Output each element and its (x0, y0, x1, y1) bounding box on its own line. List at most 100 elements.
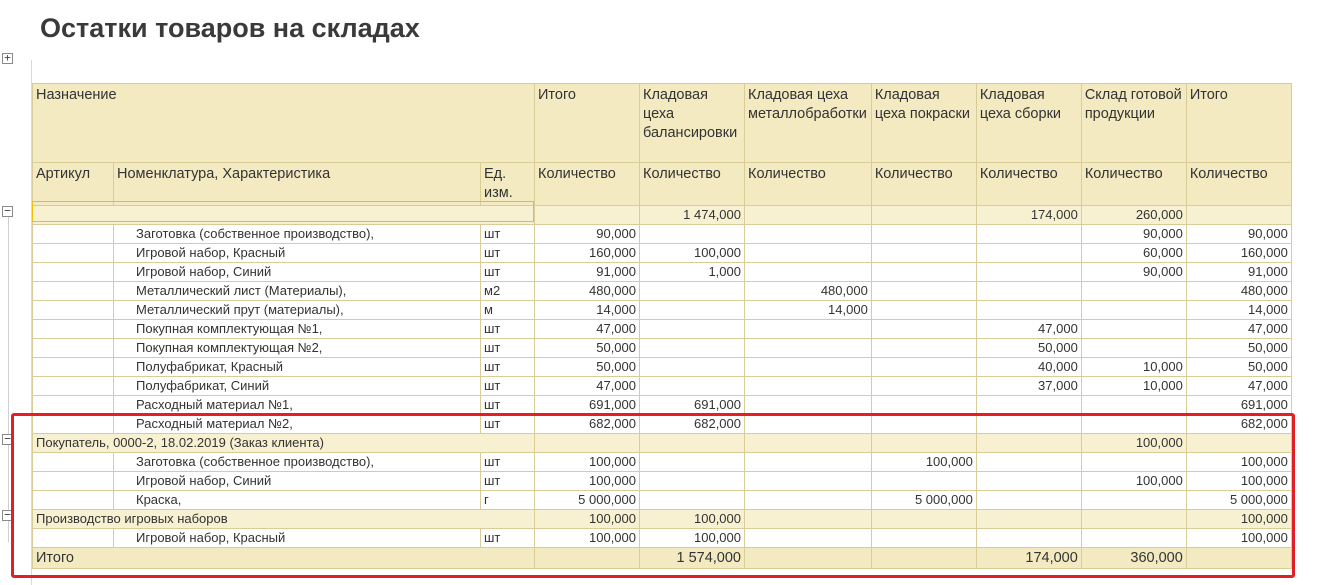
quantity-cell[interactable] (975, 414, 1082, 434)
item-cell[interactable]: Краска, (113, 490, 481, 510)
quantity-cell[interactable]: 14,000 (744, 300, 872, 320)
quantity-cell[interactable] (744, 528, 872, 548)
quantity-cell[interactable] (1080, 281, 1187, 301)
quantity-cell[interactable]: 174,000 (975, 205, 1082, 225)
quantity-cell[interactable] (534, 205, 640, 225)
item-cell[interactable]: Покупная комплектующая №2, (113, 338, 481, 358)
table-row[interactable]: Краска, г 5 000,000 5 000,000 5 000,000 (32, 490, 1292, 510)
quantity-cell[interactable] (744, 414, 872, 434)
quantity-cell[interactable] (870, 509, 977, 529)
table-row[interactable]: Расходный материал №2, шт 682,000 682,000 68… (32, 414, 1292, 434)
quantity-cell[interactable]: 10,000 (1080, 357, 1187, 377)
quantity-cell[interactable] (870, 338, 977, 358)
quantity-cell[interactable] (870, 224, 977, 244)
unit-cell[interactable]: шт (480, 243, 535, 263)
quantity-cell[interactable] (870, 243, 977, 263)
quantity-cell[interactable] (975, 433, 1082, 453)
quantity-cell[interactable] (1080, 414, 1187, 434)
quantity-cell[interactable] (1080, 395, 1187, 415)
quantity-cell[interactable]: 682,000 (534, 414, 640, 434)
group-label[interactable]: Покупатель, 0000-2, 18.02.2019 (Заказ кл… (32, 433, 535, 453)
quantity-cell[interactable]: 47,000 (1185, 319, 1292, 339)
item-cell[interactable]: Металлический прут (материалы), (113, 300, 481, 320)
quantity-cell[interactable] (639, 376, 745, 396)
table-row[interactable]: Полуфабрикат, Синий шт 47,000 37,000 10,000 4… (32, 376, 1292, 396)
quantity-cell[interactable] (870, 395, 977, 415)
quantity-cell[interactable] (1080, 338, 1187, 358)
quantity-cell[interactable]: 50,000 (975, 338, 1082, 358)
unit-cell[interactable]: шт (480, 357, 535, 377)
unit-cell[interactable]: шт (480, 528, 535, 548)
item-cell[interactable]: Игровой набор, Красный (113, 528, 481, 548)
table-row[interactable]: Заготовка (собственное производство), шт 9… (32, 224, 1292, 244)
quantity-cell[interactable]: 160,000 (1185, 243, 1292, 263)
quantity-cell[interactable] (975, 281, 1082, 301)
article-cell[interactable] (32, 395, 114, 415)
quantity-cell[interactable]: 14,000 (534, 300, 640, 320)
article-cell[interactable] (32, 262, 114, 282)
quantity-cell[interactable] (870, 471, 977, 491)
collapse-group-button[interactable]: − (2, 433, 13, 445)
quantity-cell[interactable]: 160,000 (534, 243, 640, 263)
group-label[interactable] (32, 205, 535, 225)
total-cell[interactable] (870, 547, 977, 569)
quantity-cell[interactable] (1080, 509, 1187, 529)
quantity-cell[interactable]: 5 000,000 (534, 490, 640, 510)
quantity-cell[interactable]: 47,000 (975, 319, 1082, 339)
quantity-cell[interactable] (1080, 490, 1187, 510)
unit-cell[interactable]: шт (480, 262, 535, 282)
item-cell[interactable]: Заготовка (собственное производство), (113, 224, 481, 244)
quantity-cell[interactable]: 100,000 (1185, 471, 1292, 491)
article-cell[interactable] (32, 243, 114, 263)
quantity-cell[interactable] (744, 395, 872, 415)
quantity-cell[interactable]: 1 474,000 (639, 205, 745, 225)
table-row[interactable]: Покупная комплектующая №1, шт 47,000 47,000… (32, 319, 1292, 339)
quantity-cell[interactable]: 100,000 (1080, 471, 1187, 491)
total-cell[interactable] (744, 547, 872, 569)
total-cell[interactable]: 1 574,000 (639, 547, 745, 569)
unit-cell[interactable]: шт (480, 471, 535, 491)
quantity-cell[interactable] (975, 452, 1082, 472)
quantity-cell[interactable] (975, 395, 1082, 415)
quantity-cell[interactable] (639, 338, 745, 358)
quantity-cell[interactable] (639, 471, 745, 491)
quantity-cell[interactable] (870, 205, 977, 225)
table-row[interactable]: Металлический прут (материалы), м 14,000 14… (32, 300, 1292, 320)
table-row[interactable]: Покупная комплектующая №2, шт 50,000 50,000… (32, 338, 1292, 358)
quantity-cell[interactable] (639, 300, 745, 320)
quantity-cell[interactable] (744, 376, 872, 396)
table-row[interactable]: Игровой набор, Синий шт 100,000 100,000 100,… (32, 471, 1292, 491)
table-row[interactable]: Игровой набор, Красный шт 160,000 100,000 60… (32, 243, 1292, 263)
table-row[interactable]: Игровой набор, Красный шт 100,000 100,000 10… (32, 528, 1292, 548)
quantity-cell[interactable] (975, 243, 1082, 263)
quantity-cell[interactable]: 100,000 (534, 452, 640, 472)
unit-cell[interactable]: шт (480, 319, 535, 339)
quantity-cell[interactable] (870, 528, 977, 548)
quantity-cell[interactable] (975, 528, 1082, 548)
quantity-cell[interactable] (1080, 319, 1187, 339)
item-cell[interactable]: Расходный материал №1, (113, 395, 481, 415)
quantity-cell[interactable] (975, 300, 1082, 320)
quantity-cell[interactable] (639, 357, 745, 377)
quantity-cell[interactable] (975, 224, 1082, 244)
quantity-cell[interactable]: 480,000 (534, 281, 640, 301)
quantity-cell[interactable]: 5 000,000 (870, 490, 977, 510)
quantity-cell[interactable] (870, 357, 977, 377)
quantity-cell[interactable]: 50,000 (534, 338, 640, 358)
quantity-cell[interactable]: 37,000 (975, 376, 1082, 396)
quantity-cell[interactable]: 47,000 (534, 319, 640, 339)
total-cell[interactable]: 174,000 (975, 547, 1082, 569)
total-cell[interactable] (534, 547, 640, 569)
quantity-cell[interactable] (870, 262, 977, 282)
quantity-cell[interactable] (744, 205, 872, 225)
unit-cell[interactable]: шт (480, 452, 535, 472)
article-cell[interactable] (32, 338, 114, 358)
quantity-cell[interactable]: 60,000 (1080, 243, 1187, 263)
quantity-cell[interactable]: 480,000 (1185, 281, 1292, 301)
quantity-cell[interactable] (639, 319, 745, 339)
quantity-cell[interactable] (870, 376, 977, 396)
table-row[interactable]: Расходный материал №1, шт 691,000 691,000 69… (32, 395, 1292, 415)
quantity-cell[interactable] (744, 452, 872, 472)
item-cell[interactable]: Полуфабрикат, Синий (113, 376, 481, 396)
unit-cell[interactable]: шт (480, 224, 535, 244)
